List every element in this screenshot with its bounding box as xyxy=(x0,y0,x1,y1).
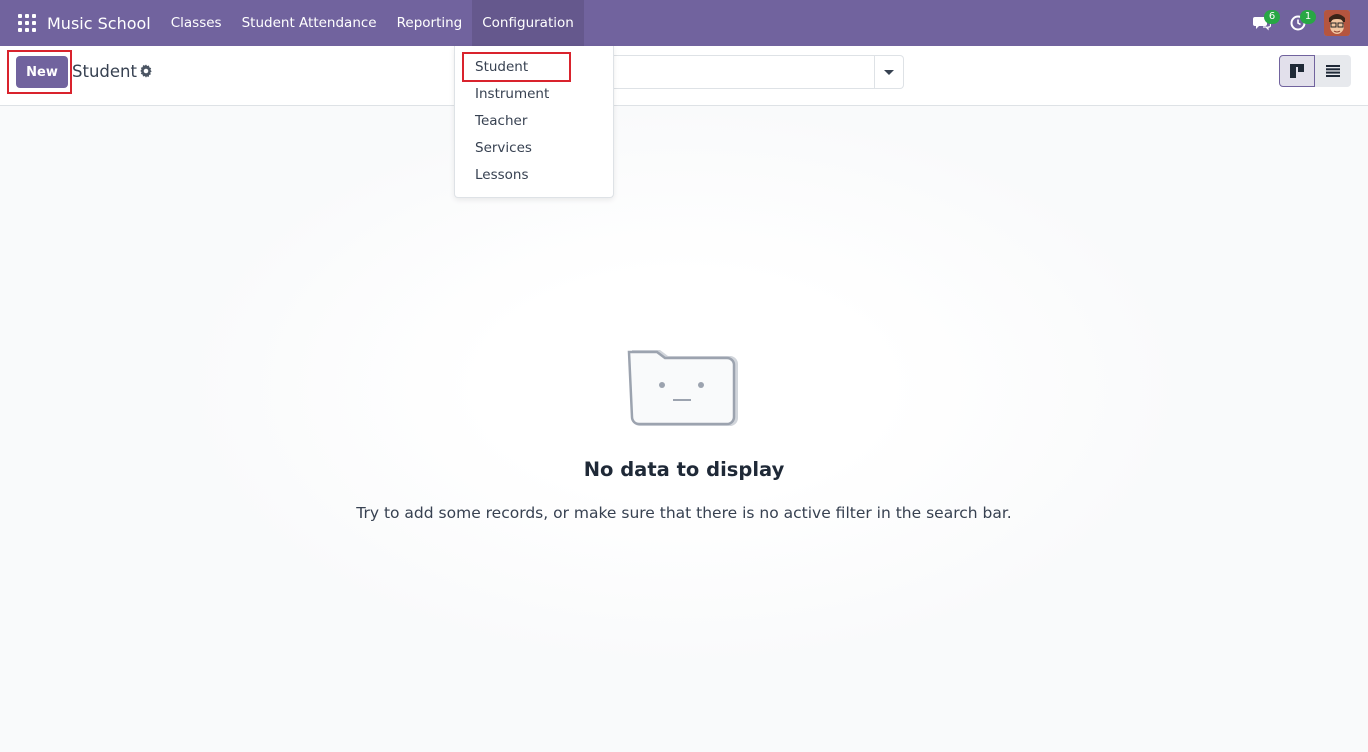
dropdown-item-student[interactable]: Student xyxy=(475,59,528,75)
messages-button[interactable]: 6 xyxy=(1244,0,1280,46)
caret-down-icon xyxy=(884,69,894,75)
menu-student-attendance[interactable]: Student Attendance xyxy=(232,0,387,46)
menu-configuration[interactable]: Configuration xyxy=(472,0,584,46)
search-input[interactable] xyxy=(605,55,904,89)
systray: 6 1 xyxy=(1244,0,1368,46)
dropdown-item-lessons[interactable]: Lessons xyxy=(475,167,529,183)
list-icon xyxy=(1326,65,1340,77)
kanban-view-button[interactable] xyxy=(1279,55,1315,87)
configuration-dropdown: Student Instrument Teacher Services Less… xyxy=(454,46,614,198)
dropdown-item-teacher[interactable]: Teacher xyxy=(475,113,527,129)
search-options-toggle[interactable] xyxy=(874,56,903,88)
app-name[interactable]: Music School xyxy=(47,14,151,33)
menu-reporting[interactable]: Reporting xyxy=(387,0,473,46)
empty-state-title: No data to display xyxy=(583,458,785,481)
user-avatar[interactable] xyxy=(1324,10,1350,36)
messages-badge: 6 xyxy=(1264,10,1280,24)
control-panel: New Student xyxy=(0,46,1368,106)
new-button[interactable]: New xyxy=(16,56,68,88)
activities-badge: 1 xyxy=(1300,10,1316,24)
view-switcher xyxy=(1279,55,1352,87)
empty-folder-icon xyxy=(627,350,738,426)
gear-icon[interactable] xyxy=(139,64,153,78)
menu-classes[interactable]: Classes xyxy=(161,0,232,46)
activities-button[interactable]: 1 xyxy=(1280,0,1316,46)
kanban-icon xyxy=(1290,64,1304,78)
empty-state-text: Try to add some records, or make sure th… xyxy=(356,504,1012,522)
breadcrumb: Student xyxy=(72,62,137,81)
dropdown-item-instrument[interactable]: Instrument xyxy=(475,86,549,102)
apps-grid-icon[interactable] xyxy=(18,14,36,32)
top-navbar: Music School Classes Student Attendance … xyxy=(0,0,1368,46)
list-view-button[interactable] xyxy=(1315,55,1351,87)
dropdown-item-services[interactable]: Services xyxy=(475,140,532,156)
main-content: No data to display Try to add some recor… xyxy=(0,106,1368,752)
